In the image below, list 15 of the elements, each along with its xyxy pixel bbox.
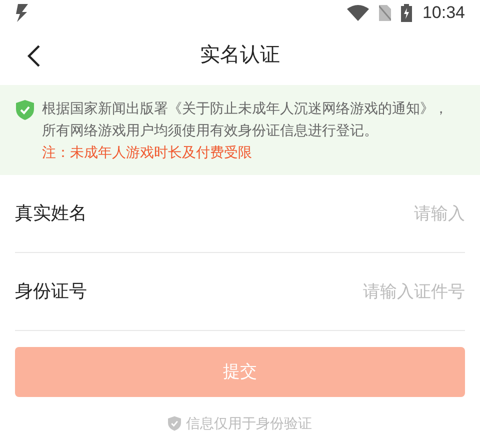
- wifi-icon: [347, 4, 370, 20]
- no-sim-icon: [379, 4, 392, 20]
- notice-text: 根据国家新闻出版署《关于防止未成年人沉迷网络游戏的通知》，所有网络游戏用户均须使用有效身份证信息进行登记。: [42, 99, 449, 140]
- page-title: 实名认证: [200, 43, 280, 68]
- footer-note: 信息仅用于身份验证: [186, 414, 312, 433]
- input-field[interactable]: 请输入: [265, 200, 465, 226]
- battery-icon: [401, 4, 412, 22]
- notice-warning: 注：未成年人游戏时长及付费受限: [42, 143, 253, 162]
- shield-check-icon: [168, 416, 181, 431]
- status-time: 10:34: [422, 2, 465, 24]
- field-label: 真实姓名: [15, 202, 87, 225]
- field-label: 身份证号: [15, 280, 87, 303]
- shield-check-icon: [16, 100, 34, 120]
- lightning-icon: [15, 4, 29, 22]
- input-field[interactable]: 请输入证件号: [265, 278, 465, 304]
